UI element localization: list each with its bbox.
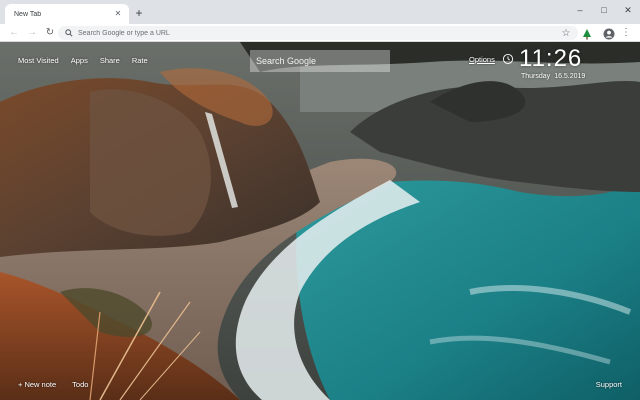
maximize-button[interactable]: □ [592,0,616,20]
close-icon[interactable]: ✕ [113,9,123,19]
new-tab-page: Most Visited Apps Share Rate Options 11:… [0,42,640,400]
weekday: Thursday [521,73,551,80]
beach-cove-background [0,42,640,400]
forward-button[interactable]: → [24,25,40,41]
window-controls: – □ ✕ [568,0,640,20]
date-display: Thursday 16.5.2019 [521,73,589,80]
minimize-button[interactable]: – [568,0,592,20]
omnibox[interactable]: ☆ [58,26,578,40]
footer-links: + New note Todo [18,380,88,389]
top-links: Most Visited Apps Share Rate [18,56,148,65]
tab-strip: New Tab ✕ + – □ ✕ [0,0,640,24]
reload-button[interactable]: ↻ [42,25,58,41]
browser-window: New Tab ✕ + – □ ✕ ← → ↻ ☆ ⋮ [0,0,640,400]
address-bar-input[interactable] [78,27,560,39]
close-window-button[interactable]: ✕ [616,0,640,20]
new-note-link[interactable]: + New note [18,380,56,389]
rate-link[interactable]: Rate [132,56,148,65]
date-value: 16.5.2019 [554,73,586,80]
most-visited-link[interactable]: Most Visited [18,56,59,65]
profile-avatar-icon[interactable] [603,27,615,40]
share-link[interactable]: Share [100,56,120,65]
search-icon [64,28,74,38]
tab-new-tab[interactable]: New Tab ✕ [5,4,129,24]
new-tab-button[interactable]: + [132,6,146,20]
tab-title: New Tab [14,10,42,18]
apps-link[interactable]: Apps [71,56,88,65]
alarm-clock-icon[interactable] [502,52,514,65]
support-link[interactable]: Support [596,380,622,389]
extension-tree-icon[interactable] [581,27,593,40]
bookmark-star-icon[interactable]: ☆ [560,28,572,39]
google-search-input[interactable] [250,50,390,72]
todo-link[interactable]: Todo [72,380,88,389]
browser-toolbar: ← → ↻ ☆ ⋮ [0,24,640,42]
browser-menu-button[interactable]: ⋮ [620,27,632,39]
google-search-box [250,50,390,72]
options-link[interactable]: Options [469,55,495,64]
clock-time: 11:26 [519,45,583,72]
back-button[interactable]: ← [6,25,22,41]
